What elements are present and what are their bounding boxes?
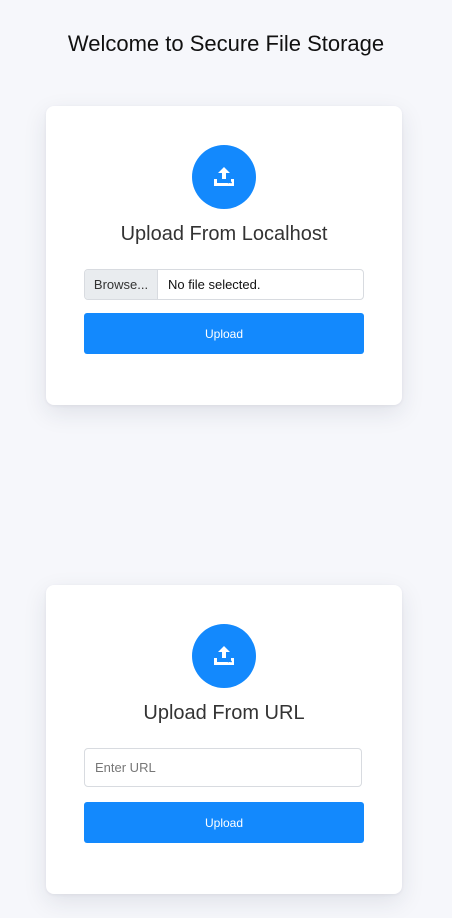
browse-button[interactable]: Browse... <box>85 270 158 299</box>
upload-icon-badge <box>192 624 256 688</box>
upload-icon-badge <box>192 145 256 209</box>
file-status-text: No file selected. <box>168 277 261 292</box>
file-input[interactable]: Browse... No file selected. <box>84 269 364 300</box>
upload-tray-icon <box>212 165 236 189</box>
localhost-heading: Upload From Localhost <box>120 223 328 245</box>
upload-url-button[interactable]: Upload <box>84 802 364 843</box>
upload-file-button[interactable]: Upload <box>84 313 364 354</box>
upload-from-url-card: Upload From URL Upload <box>46 585 402 894</box>
url-heading: Upload From URL <box>143 702 305 724</box>
page-title: Welcome to Secure File Storage <box>67 31 385 56</box>
upload-from-localhost-card: Upload From Localhost Browse... No file … <box>46 106 402 405</box>
url-input[interactable] <box>84 748 362 787</box>
upload-tray-icon <box>212 644 236 668</box>
